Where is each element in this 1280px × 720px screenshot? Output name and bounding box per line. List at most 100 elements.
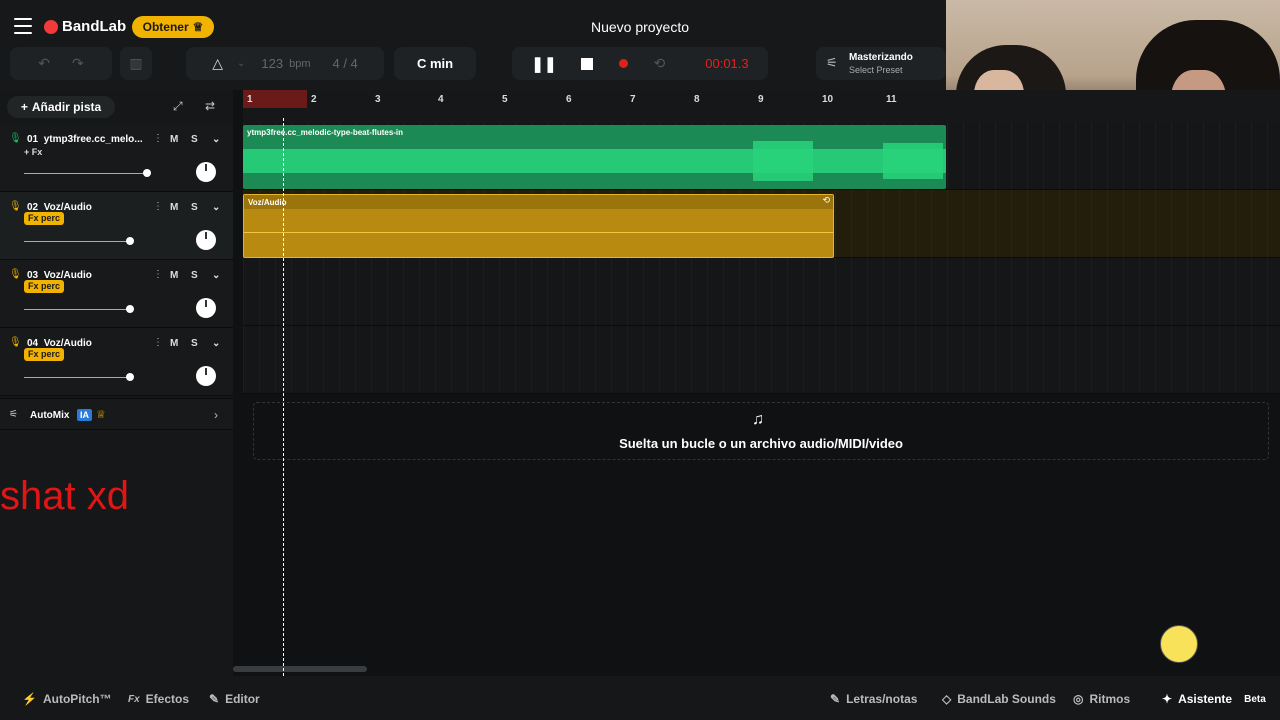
clip-header: [244, 195, 833, 209]
volume-slider[interactable]: [24, 309, 132, 310]
pan-knob[interactable]: [196, 366, 216, 386]
loop-icon[interactable]: ⟲: [654, 55, 666, 72]
audio-clip-voice[interactable]: Voz/Audio ⟲: [243, 194, 834, 258]
fx-icon: Fx: [128, 693, 140, 705]
chevron-down-icon[interactable]: ⌄: [237, 58, 245, 69]
track-name-1[interactable]: 01 ytmp3free.cc_melo...: [27, 134, 143, 145]
drum-icon: ◎: [1073, 692, 1084, 706]
volume-handle[interactable]: [126, 305, 134, 313]
assistant-button[interactable]: ✦ Asistente Beta: [1162, 692, 1266, 706]
mastering-title: Masterizando: [849, 52, 913, 63]
track-menu-icon[interactable]: ⋮: [153, 269, 163, 280]
waveform: [243, 141, 946, 181]
track-menu-icon[interactable]: ⋮: [153, 133, 163, 144]
automix-icon: ⚟: [9, 409, 18, 420]
editor-button[interactable]: ✎ Editor: [209, 692, 260, 706]
mute-button[interactable]: M: [170, 338, 178, 349]
mastering-button[interactable]: ⚟ Masterizando Select Preset: [816, 47, 946, 80]
bandlab-logo-icon: [44, 19, 58, 34]
transport-controls: ❚❚ ⟲ 00:01.3: [512, 47, 768, 80]
chevron-down-icon[interactable]: ⌄: [212, 338, 220, 349]
metronome-icon[interactable]: △: [212, 55, 223, 72]
bar-number: 6: [566, 94, 572, 105]
bar-number: 4: [438, 94, 444, 105]
track-header-3[interactable]: 🎙 03 Voz/Audio ⋮ M S ⌄ Fx perc: [0, 260, 233, 328]
pause-icon[interactable]: ❚❚: [531, 55, 556, 73]
track-header-1[interactable]: 🎙 01 ytmp3free.cc_melo... ⋮ M S ⌄ + Fx: [0, 124, 233, 192]
effects-button[interactable]: Fx Efectos: [128, 692, 189, 706]
autopitch-button[interactable]: ⚡ AutoPitch™: [22, 692, 112, 706]
track-menu-icon[interactable]: ⋮: [153, 201, 163, 212]
solo-button[interactable]: S: [191, 338, 198, 349]
solo-button[interactable]: S: [191, 134, 198, 145]
fx-preset-badge[interactable]: Fx perc: [24, 212, 65, 225]
pan-knob[interactable]: [196, 162, 216, 182]
get-membership-button[interactable]: Obtener ♕: [132, 16, 214, 38]
mixer-icon[interactable]: ▥: [120, 47, 152, 80]
bpm-value[interactable]: 123: [261, 56, 283, 71]
logo-text: BandLab: [62, 18, 127, 35]
undo-icon[interactable]: ↶: [38, 55, 50, 72]
redo-icon[interactable]: ↷: [72, 55, 84, 72]
audio-clip-beat[interactable]: ytmp3free.cc_melodic-type-beat-flutes-in: [243, 125, 946, 189]
chevron-down-icon[interactable]: ⌄: [212, 202, 220, 213]
volume-slider[interactable]: [24, 241, 132, 242]
mic-icon: 🎙: [9, 337, 22, 348]
volume-handle[interactable]: [126, 373, 134, 381]
undo-redo-group: ↶ ↷: [10, 47, 112, 80]
chevron-down-icon[interactable]: ⌄: [212, 270, 220, 281]
time-signature[interactable]: 4 / 4: [332, 56, 357, 71]
playhead[interactable]: [283, 118, 285, 676]
fx-preset-badge[interactable]: Fx perc: [24, 348, 65, 361]
chevron-down-icon[interactable]: ⌄: [212, 134, 220, 145]
mic-icon: 🎙: [9, 269, 22, 280]
add-fx-button[interactable]: + Fx: [24, 147, 42, 157]
solo-button[interactable]: S: [191, 270, 198, 281]
arrange-icon[interactable]: ⇄: [205, 99, 215, 113]
automation-icon[interactable]: ⤢: [173, 99, 183, 114]
clip-label: Voz/Audio: [248, 198, 287, 207]
mastering-preset: Select Preset: [849, 65, 903, 75]
get-button-label: Obtener: [142, 20, 189, 34]
timeline[interactable]: 1 2 3 4 5 6 7 8 9 10 11 ytmp3free.cc_mel…: [233, 90, 1280, 676]
track-header-2[interactable]: 🎙 02 Voz/Audio ⋮ M S ⌄ Fx perc: [0, 192, 233, 260]
volume-handle[interactable]: [143, 169, 151, 177]
bandlab-logo[interactable]: BandLab: [44, 18, 126, 35]
horizontal-scrollbar[interactable]: [233, 666, 367, 672]
menu-icon[interactable]: [14, 18, 32, 34]
drop-zone[interactable]: ♫ Suelta un bucle o un archivo audio/MID…: [253, 402, 1269, 460]
lyrics-button[interactable]: ✎ Letras/notas: [830, 692, 917, 706]
track-lane-3[interactable]: [243, 258, 1280, 326]
automix-row[interactable]: ⚟ AutoMix IA ♕ ›: [0, 398, 233, 430]
volume-slider[interactable]: [24, 377, 132, 378]
track-menu-icon[interactable]: ⋮: [153, 337, 163, 348]
fx-preset-badge[interactable]: Fx perc: [24, 280, 65, 293]
bar-number: 1: [247, 94, 253, 105]
mute-button[interactable]: M: [170, 202, 178, 213]
bar-ruler[interactable]: 1 2 3 4 5 6 7 8 9 10 11: [243, 90, 1280, 122]
crown-icon: ♕: [192, 20, 204, 34]
track-header-4[interactable]: 🎙 04 Voz/Audio ⋮ M S ⌄ Fx perc: [0, 328, 233, 396]
bandlab-sounds-button[interactable]: ◇ BandLab Sounds: [942, 692, 1056, 706]
add-music-icon: ♫: [752, 411, 764, 428]
key-selector[interactable]: C min: [394, 47, 476, 80]
solo-button[interactable]: S: [191, 202, 198, 213]
volume-slider[interactable]: [24, 173, 149, 174]
mute-button[interactable]: M: [170, 134, 178, 145]
add-track-button[interactable]: + Añadir pista: [7, 96, 115, 118]
volume-handle[interactable]: [126, 237, 134, 245]
track-lane-4[interactable]: [243, 326, 1280, 394]
chevron-right-icon[interactable]: ›: [214, 408, 218, 422]
mic-icon: 🎙: [9, 133, 22, 144]
project-title[interactable]: Nuevo proyecto: [540, 19, 740, 35]
rhythms-button[interactable]: ◎ Ritmos: [1073, 692, 1130, 706]
mute-button[interactable]: M: [170, 270, 178, 281]
record-icon[interactable]: [618, 59, 628, 68]
bottom-bar: ⚡ AutoPitch™ Fx Efectos ✎ Editor ✎ Letras/no…: [0, 676, 1280, 720]
bar-number: 5: [502, 94, 508, 105]
loop-icon[interactable]: ⟲: [822, 195, 830, 206]
pan-knob[interactable]: [196, 230, 216, 250]
stop-icon[interactable]: [580, 57, 593, 70]
pan-knob[interactable]: [196, 298, 216, 318]
assistant-icon: ✦: [1162, 692, 1173, 706]
